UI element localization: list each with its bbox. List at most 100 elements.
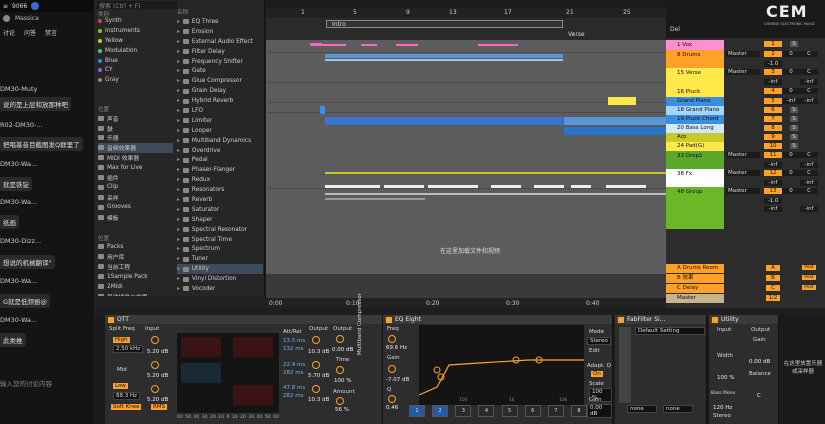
category-item[interactable]: Gray: [98, 75, 173, 85]
mixer-track[interactable]: 24 Pad(G) 10 S: [666, 142, 825, 151]
expand-icon[interactable]: ▸: [177, 187, 180, 193]
expand-icon[interactable]: ▸: [177, 59, 180, 65]
volume-value[interactable]: 0: [782, 188, 800, 194]
output-routing[interactable]: Master: [726, 69, 760, 75]
clip-pluck-chord[interactable]: [564, 127, 666, 135]
return-track[interactable]: C Delay C Post: [666, 284, 825, 293]
clip-group[interactable]: [325, 198, 425, 200]
pan-value[interactable]: -inf: [800, 162, 818, 168]
post-toggle[interactable]: Post: [802, 285, 816, 290]
clip-arp[interactable]: [325, 172, 666, 174]
expand-icon[interactable]: ▸: [177, 68, 180, 74]
track-number[interactable]: 3: [764, 69, 782, 75]
output-routing[interactable]: Master: [726, 51, 760, 57]
category-item[interactable]: Synth: [98, 16, 173, 26]
output-gain[interactable]: 0.00 dB: [587, 404, 612, 418]
solo-button[interactable]: S: [790, 134, 798, 140]
track-number[interactable]: 2: [764, 51, 782, 57]
mixer-track[interactable]: -1.0: [666, 197, 825, 205]
expand-icon[interactable]: ▸: [177, 256, 180, 262]
place-item[interactable]: MIDI 效果器: [98, 153, 173, 163]
device-item[interactable]: ▸ Spectral Resonator: [177, 225, 263, 235]
track-name[interactable]: 38 Fx: [666, 169, 724, 179]
track-name[interactable]: 20 Bass Long: [666, 124, 724, 133]
track-name[interactable]: 24 Pad(G): [666, 142, 724, 151]
track-number[interactable]: 1: [764, 41, 782, 47]
low-freq[interactable]: 88.3 Hz: [113, 392, 141, 400]
return-track[interactable]: Master 1/2: [666, 294, 825, 303]
solo-button[interactable]: S: [790, 41, 798, 47]
eq-band-toggle[interactable]: 3: [455, 405, 472, 417]
mixer-track[interactable]: 1 Vox 1 S: [666, 40, 825, 50]
expand-icon[interactable]: ▸: [177, 128, 180, 134]
clip-drums[interactable]: [325, 54, 563, 58]
mixer-track[interactable]: Arp 9 S: [666, 133, 825, 142]
track-number[interactable]: 8: [764, 125, 782, 131]
expand-icon[interactable]: ▸: [177, 49, 180, 55]
place-item[interactable]: Grooves: [98, 202, 173, 212]
place-item[interactable]: Clip: [98, 182, 173, 192]
volume-value[interactable]: 0: [782, 51, 800, 57]
input-knob[interactable]: [151, 336, 159, 344]
clip-grand-piano[interactable]: [564, 117, 666, 125]
device-item[interactable]: ▸ Saturator: [177, 205, 263, 215]
track-name[interactable]: [666, 78, 724, 87]
output-routing[interactable]: Master: [726, 170, 760, 176]
device-item[interactable]: ▸ Resonators: [177, 185, 263, 195]
expand-icon[interactable]: ▸: [177, 138, 180, 144]
expand-icon[interactable]: ▸: [177, 227, 180, 233]
eq-band-toggle[interactable]: 1: [409, 405, 425, 417]
track-number[interactable]: 11: [764, 152, 782, 158]
expand-icon[interactable]: ▸: [177, 118, 180, 124]
track-number[interactable]: 5: [764, 98, 782, 104]
device-item[interactable]: ▸ Pedal: [177, 155, 263, 165]
place-item[interactable]: Max for Live: [98, 163, 173, 173]
expand-icon[interactable]: ▸: [177, 98, 180, 104]
device-item[interactable]: ▸ Hybrid Reverb: [177, 96, 263, 106]
clip-fx[interactable]: [428, 185, 478, 188]
clip[interactable]: [320, 106, 325, 114]
place-item[interactable]: 用户库: [98, 252, 173, 262]
track-name[interactable]: 8 Drums: [666, 50, 724, 60]
pan-value[interactable]: -inf: [800, 98, 818, 104]
locator-intro[interactable]: Intro: [332, 21, 346, 28]
power-icon[interactable]: [712, 316, 718, 323]
expand-icon[interactable]: ▸: [177, 167, 180, 173]
output-routing[interactable]: Master: [726, 152, 760, 158]
sidechain-select[interactable]: none: [663, 405, 693, 413]
clip[interactable]: [478, 44, 518, 46]
track-number[interactable]: 10: [764, 143, 782, 149]
volume-value[interactable]: 0: [782, 88, 800, 94]
high-freq[interactable]: 2.50 kHz: [113, 345, 144, 353]
expand-icon[interactable]: ▸: [177, 217, 180, 223]
expand-icon[interactable]: ▸: [177, 266, 180, 272]
place-item[interactable]: 音频效果器: [98, 142, 173, 153]
input-knob[interactable]: [151, 361, 159, 369]
volume-value[interactable]: -inf: [764, 180, 782, 186]
output-routing[interactable]: Master: [726, 188, 760, 194]
preset-select[interactable]: Default Setting: [635, 327, 705, 335]
value[interactable]: 22.4 ms: [283, 362, 305, 368]
mixer-track[interactable]: 48 GroupMaster13S0C: [666, 187, 825, 197]
mixer-track[interactable]: Grand Piano5S-inf-inf: [666, 97, 825, 106]
device-item[interactable]: ▸ External Audio Effect: [177, 37, 263, 47]
track-name[interactable]: B 效果: [666, 274, 724, 283]
clip-fx[interactable]: [384, 185, 424, 188]
rms-toggle[interactable]: RMS: [151, 404, 168, 410]
expand-icon[interactable]: ▸: [177, 276, 180, 282]
device-item[interactable]: ▸ Spectral Time: [177, 235, 263, 245]
adapt-q-toggle[interactable]: On: [591, 371, 603, 377]
value[interactable]: 13.5 ms: [283, 338, 305, 344]
expand-icon[interactable]: ▸: [177, 39, 180, 45]
expand-icon[interactable]: ▸: [177, 148, 180, 154]
expand-icon[interactable]: ▸: [177, 157, 180, 163]
output-knob[interactable]: [312, 336, 320, 344]
volume-value[interactable]: -1.0: [764, 198, 782, 204]
track-name[interactable]: 33 Drop1: [666, 151, 724, 161]
expand-icon[interactable]: ▸: [177, 237, 180, 243]
device-item[interactable]: ▸ Looper: [177, 126, 263, 136]
return-letter[interactable]: B: [766, 275, 780, 281]
track-name[interactable]: [666, 161, 724, 169]
device-item[interactable]: ▸ Frequency Shifter: [177, 57, 263, 67]
track-number[interactable]: 13: [764, 188, 782, 194]
